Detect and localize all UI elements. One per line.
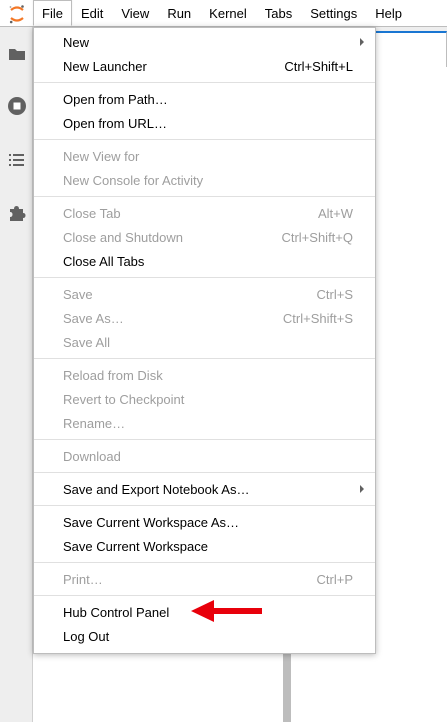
menu-item-shortcut: Ctrl+Shift+L (284, 58, 353, 74)
menu-tabs[interactable]: Tabs (256, 0, 301, 26)
file-menu-item-revert-to-checkpoint[interactable]: Revert to Checkpoint (34, 387, 375, 411)
menu-item-shortcut: Ctrl+S (316, 286, 353, 302)
menu-item-label: Save and Export Notebook As… (63, 481, 250, 497)
file-menu-item-save-all[interactable]: Save All (34, 330, 375, 354)
menu-item-label: Reload from Disk (63, 367, 163, 383)
file-menu-item-download[interactable]: Download (34, 444, 375, 468)
file-menu-item-new-console-for-activity[interactable]: New Console for Activity (34, 168, 375, 192)
menu-separator (34, 595, 375, 596)
menu-item-label: Rename… (63, 415, 126, 431)
file-menu-item-new[interactable]: New (34, 30, 375, 54)
menu-item-label: Download (63, 448, 121, 464)
file-menu-item-close-tab[interactable]: Close Tab Alt+W (34, 201, 375, 225)
menu-help[interactable]: Help (366, 0, 411, 26)
menu-run[interactable]: Run (158, 0, 200, 26)
menu-item-label: Save All (63, 334, 110, 350)
file-menu-item-rename[interactable]: Rename… (34, 411, 375, 435)
file-menu-item-log-out[interactable]: Log Out (34, 624, 375, 648)
left-activity-bar (0, 27, 33, 722)
submenu-caret-icon (360, 485, 364, 493)
menu-settings[interactable]: Settings (301, 0, 366, 26)
menu-edit[interactable]: Edit (72, 0, 112, 26)
annotation-arrow-icon (191, 600, 262, 622)
menu-item-shortcut: Ctrl+Shift+S (282, 310, 353, 326)
submenu-caret-icon (360, 38, 364, 46)
menu-separator (34, 139, 375, 140)
file-menu-item-save-as[interactable]: Save As… Ctrl+Shift+S (34, 306, 375, 330)
menu-separator (34, 439, 375, 440)
running-stop-icon[interactable] (0, 93, 33, 119)
menu-separator (34, 472, 375, 473)
menu-item-label: Save Current Workspace (63, 538, 208, 554)
jupyter-logo-icon (0, 0, 33, 27)
menu-item-shortcut: Ctrl+P (316, 571, 353, 587)
extension-puzzle-icon[interactable] (0, 200, 33, 226)
menu-item-label: New Console for Activity (63, 172, 204, 188)
menu-item-label: Close Tab (63, 205, 121, 221)
menu-kernel[interactable]: Kernel (200, 0, 256, 26)
menu-item-label: Log Out (63, 628, 110, 644)
menu-separator (34, 358, 375, 359)
menu-separator (34, 505, 375, 506)
menu-item-label: Revert to Checkpoint (63, 391, 185, 407)
file-menu-item-close-all-tabs[interactable]: Close All Tabs (34, 249, 375, 273)
menu-item-shortcut: Alt+W (317, 205, 353, 221)
file-menu-item-save[interactable]: Save Ctrl+S (34, 282, 375, 306)
file-menu-item-save-and-export-notebook-as[interactable]: Save and Export Notebook As… (34, 477, 375, 501)
menu-item-label: New View for (63, 148, 140, 164)
menu-separator (34, 277, 375, 278)
file-menu-item-close-and-shutdown[interactable]: Close and Shutdown Ctrl+Shift+Q (34, 225, 375, 249)
file-menu-item-new-launcher[interactable]: New Launcher Ctrl+Shift+L (34, 54, 375, 78)
menu-item-label: Save Current Workspace As… (63, 514, 240, 530)
file-menu-item-open-from-path[interactable]: Open from Path… (34, 87, 375, 111)
menu-separator (34, 562, 375, 563)
file-menu-dropdown: New New Launcher Ctrl+Shift+L Open from Pat… (33, 27, 376, 654)
file-menu-item-save-current-workspace-as[interactable]: Save Current Workspace As… (34, 510, 375, 534)
menu-file[interactable]: File (33, 0, 72, 26)
file-menu-item-open-from-url[interactable]: Open from URL… (34, 111, 375, 135)
file-menu-item-save-current-workspace[interactable]: Save Current Workspace (34, 534, 375, 558)
menu-separator (34, 196, 375, 197)
menu-item-label: Close All Tabs (63, 253, 145, 269)
menu-view[interactable]: View (112, 0, 158, 26)
toc-list-icon[interactable] (0, 147, 33, 173)
menu-item-label: Open from Path… (63, 91, 168, 107)
file-menu-item-new-view-for[interactable]: New View for (34, 144, 375, 168)
top-menubar: File Edit View Run Kernel Tabs Settings … (0, 0, 447, 27)
folder-icon[interactable] (0, 41, 33, 67)
file-menu-item-print[interactable]: Print… Ctrl+P (34, 567, 375, 591)
menu-item-label: New Launcher (63, 58, 147, 74)
menu-item-shortcut: Ctrl+Shift+Q (281, 229, 353, 245)
menu-item-label: Save As… (63, 310, 124, 326)
menu-item-label: Open from URL… (63, 115, 168, 131)
menu-item-label: Print… (63, 571, 103, 587)
file-menu-item-reload-from-disk[interactable]: Reload from Disk (34, 363, 375, 387)
menu-item-label: Close and Shutdown (63, 229, 183, 245)
menu-item-label: New (63, 34, 90, 50)
menu-item-label: Save (63, 286, 93, 302)
menu-separator (34, 82, 375, 83)
